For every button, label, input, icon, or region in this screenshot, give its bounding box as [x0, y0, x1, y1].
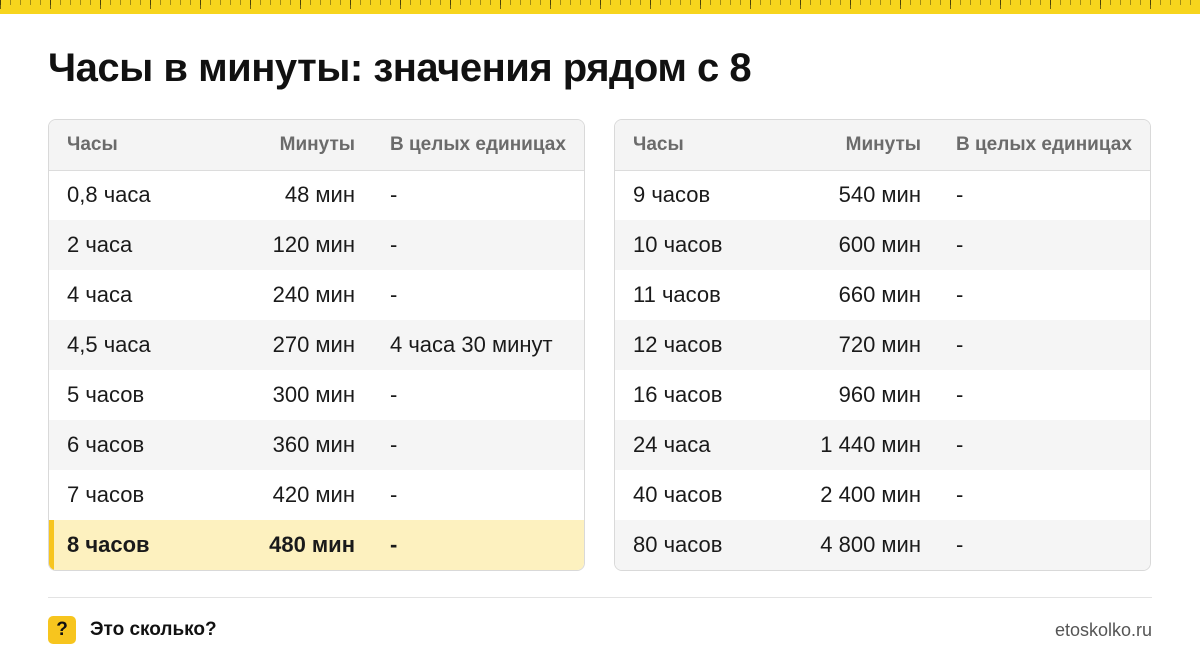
cell-hours: 12 часов [615, 320, 783, 370]
table-row: 11 часов 660 мин - [615, 270, 1150, 320]
cell-hours: 8 часов [49, 520, 217, 570]
table-row: 80 часов 4 800 мин - [615, 520, 1150, 570]
cell-hours: 4,5 часа [49, 320, 217, 370]
cell-whole-units: - [956, 282, 964, 307]
cell-whole-units: - [355, 220, 584, 270]
table-header-row: Часы Минуты В целых единицах [49, 120, 584, 171]
table-row: 0,8 часа 48 мин - [49, 170, 584, 220]
table-row: 4 часа 240 мин - [49, 270, 584, 320]
cell-hours: 7 часов [67, 482, 145, 507]
table-row: 7 часов 420 мин - [49, 470, 584, 520]
page-title: Часы в минуты: значения рядом с 8 [48, 46, 752, 90]
header-whole-units: В целых единицах [921, 120, 1150, 171]
cell-hours: 11 часов [633, 282, 721, 307]
conversion-table-left: Часы Минуты В целых единицах 0,8 часа 48… [48, 119, 585, 571]
cell-whole-units: - [956, 382, 964, 407]
cell-hours: 80 часов [615, 520, 783, 570]
cell-minutes: 300 мин [272, 382, 355, 407]
table-row: 40 часов 2 400 мин - [615, 470, 1150, 520]
cell-whole-units: - [355, 420, 584, 470]
cell-hours: 5 часов [67, 382, 145, 407]
cell-hours: 10 часов [615, 220, 783, 270]
cell-whole-units: - [390, 182, 398, 208]
cell-whole-units: - [390, 382, 398, 407]
table-row: 2 часа 120 мин - [49, 220, 584, 270]
cell-minutes: 48 мин [284, 182, 355, 208]
cell-whole-units: - [956, 482, 964, 507]
footer-brand-name: Это сколько? [90, 619, 217, 640]
cell-minutes: 600 мин [783, 220, 921, 270]
cell-hours: 0,8 часа [67, 182, 151, 208]
cell-whole-units: - [956, 182, 964, 208]
cell-minutes: 4 800 мин [783, 520, 921, 570]
cell-minutes: 480 мин [217, 520, 355, 570]
header-minutes: Минуты [217, 120, 355, 171]
cell-hours: 16 часов [633, 382, 723, 407]
cell-minutes: 960 мин [838, 382, 921, 407]
cell-minutes: 360 мин [217, 420, 355, 470]
cell-minutes: 420 мин [272, 482, 355, 507]
cell-whole-units: - [921, 420, 1150, 470]
footer-divider [48, 597, 1152, 598]
table-row-highlighted: 8 часов 480 мин - [49, 520, 584, 570]
question-mark-logo-icon: ? [48, 616, 76, 644]
cell-whole-units: - [390, 482, 398, 507]
table-row: 5 часов 300 мин - [49, 370, 584, 420]
cell-whole-units: - [921, 520, 1150, 570]
cell-minutes: 720 мин [783, 320, 921, 370]
cell-whole-units: 4 часа 30 минут [355, 320, 584, 370]
cell-hours: 2 часа [49, 220, 217, 270]
cell-hours: 40 часов [633, 482, 723, 507]
header-hours: Часы [49, 120, 217, 171]
table-header-row: Часы Минуты В целых единицах [615, 120, 1150, 171]
top-ruler-decoration [0, 0, 1200, 14]
table-row: 4,5 часа 270 мин 4 часа 30 минут [49, 320, 584, 370]
table-row: 24 часа 1 440 мин - [615, 420, 1150, 470]
cell-hours: 4 часа [67, 282, 133, 307]
table-row: 9 часов 540 мин - [615, 170, 1150, 220]
footer-site-link[interactable]: etoskolko.ru [1055, 620, 1152, 641]
cell-whole-units: - [390, 282, 398, 307]
table-row: 10 часов 600 мин - [615, 220, 1150, 270]
table-row: 12 часов 720 мин - [615, 320, 1150, 370]
cell-minutes: 240 мин [272, 282, 355, 307]
table-row: 16 часов 960 мин - [615, 370, 1150, 420]
cell-minutes: 120 мин [217, 220, 355, 270]
header-minutes: Минуты [783, 120, 921, 171]
cell-whole-units: - [921, 220, 1150, 270]
header-whole-units: В целых единицах [355, 120, 584, 171]
header-hours: Часы [615, 120, 783, 171]
cell-hours: 6 часов [49, 420, 217, 470]
cell-whole-units: - [921, 320, 1150, 370]
cell-whole-units: - [355, 520, 584, 570]
cell-minutes: 1 440 мин [783, 420, 921, 470]
table-row: 6 часов 360 мин - [49, 420, 584, 470]
cell-minutes: 540 мин [838, 182, 921, 208]
cell-minutes: 270 мин [217, 320, 355, 370]
conversion-table-right: Часы Минуты В целых единицах 9 часов 540… [614, 119, 1151, 571]
cell-minutes: 2 400 мин [820, 482, 921, 507]
cell-minutes: 660 мин [838, 282, 921, 307]
cell-hours: 24 часа [615, 420, 783, 470]
cell-hours: 9 часов [633, 182, 711, 208]
